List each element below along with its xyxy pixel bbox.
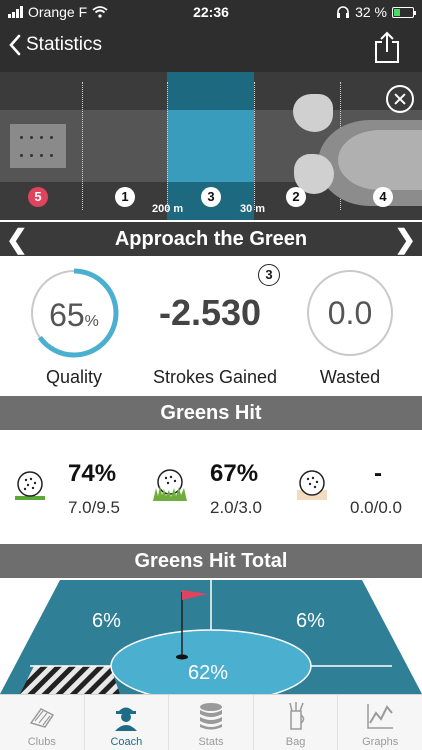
greens-hit-total-header: Greens Hit Total [0,544,422,578]
putting-green [338,130,422,190]
status-bar: Orange F 22:36 32 % [0,0,422,24]
coach-icon [115,707,138,731]
zone-marker[interactable]: 1 [115,187,135,207]
greens-hit-pct: 74% [68,460,117,487]
greens-hit-fraction: 0.0/0.0 [350,498,402,517]
tab-label: Clubs [27,736,56,748]
back-label: Statistics [26,34,103,55]
zone-marker[interactable]: 5 [28,187,48,207]
greens-hit-pct: - [374,460,382,487]
golf-ball-fairway-icon [15,471,45,500]
golf-ball-sand-icon [297,470,327,500]
tab-label: Stats [198,736,224,748]
clubs-icon [29,708,54,728]
right-pct: 6% [296,610,325,632]
greens-hit-header: Greens Hit [0,396,422,430]
golf-ball-rough-icon [153,469,187,501]
tab-bar: Clubs Coach Stats Bag Graphs [0,694,422,750]
quality-label: Quality [45,367,103,387]
strokes-gained-label: Strokes Gained [152,367,278,387]
greens-hit-fraction: 7.0/9.5 [68,498,120,517]
count-badge: 3 [258,264,280,286]
zone-divider [254,82,255,210]
status-right: 32 % [336,4,416,20]
zone-marker[interactable]: 2 [286,187,306,207]
quality-value: 65% [29,297,119,334]
tab-label: Bag [285,736,306,748]
tab-bag[interactable]: Bag [254,695,339,750]
tab-stats[interactable]: Stats [169,695,254,750]
chevron-left-icon [9,34,21,56]
tab-label: Coach [110,736,143,748]
tab-coach[interactable]: Coach [85,695,170,750]
distance-label: 30 m [240,203,266,215]
close-icon[interactable] [386,85,414,113]
tab-clubs[interactable]: Clubs [0,695,85,750]
zone-divider [167,82,168,210]
section-title: Greens Hit Total [134,550,288,572]
greens-hit-pct: 67% [210,460,259,487]
hole-cup [176,654,188,660]
wasted-label: Wasted [319,367,381,387]
nav-bar: Statistics [0,24,422,72]
prev-section-button[interactable]: ❮ [6,222,28,256]
section-title: Greens Hit [160,402,262,424]
stats-icon [199,703,222,730]
section-title: Approach the Green [114,228,308,250]
wasted-value: 0.0 [327,295,373,331]
approach-header: ❮ Approach the Green ❯ [0,222,422,256]
center-pct: 62% [188,662,229,684]
strokes-gained-value: -2.530 [158,292,262,333]
quality-number: 65 [49,297,85,333]
zone-divider [82,82,83,210]
headphones-icon [337,6,350,18]
bag-icon [288,702,304,730]
greens-hit-fraction: 2.0/3.0 [210,498,262,517]
zone-marker[interactable]: 3 [201,187,221,207]
quality-unit: % [84,313,99,330]
graphs-icon [367,704,394,729]
battery-percent: 32 % [355,4,387,20]
tee-box [10,124,66,168]
next-section-button[interactable]: ❯ [394,222,416,256]
back-button[interactable]: Statistics [8,34,102,56]
approach-zone-fairway [167,110,254,182]
left-pct: 6% [92,610,121,632]
zone-marker[interactable]: 4 [373,187,393,207]
share-icon[interactable] [372,30,402,64]
tab-graphs[interactable]: Graphs [338,695,422,750]
bunker [293,94,333,132]
tab-label: Graphs [362,736,399,748]
greens-hit-total-diagram: 6% 6% 62% [0,580,422,694]
battery-icon [392,6,416,18]
distance-label: 200 m [152,203,184,215]
